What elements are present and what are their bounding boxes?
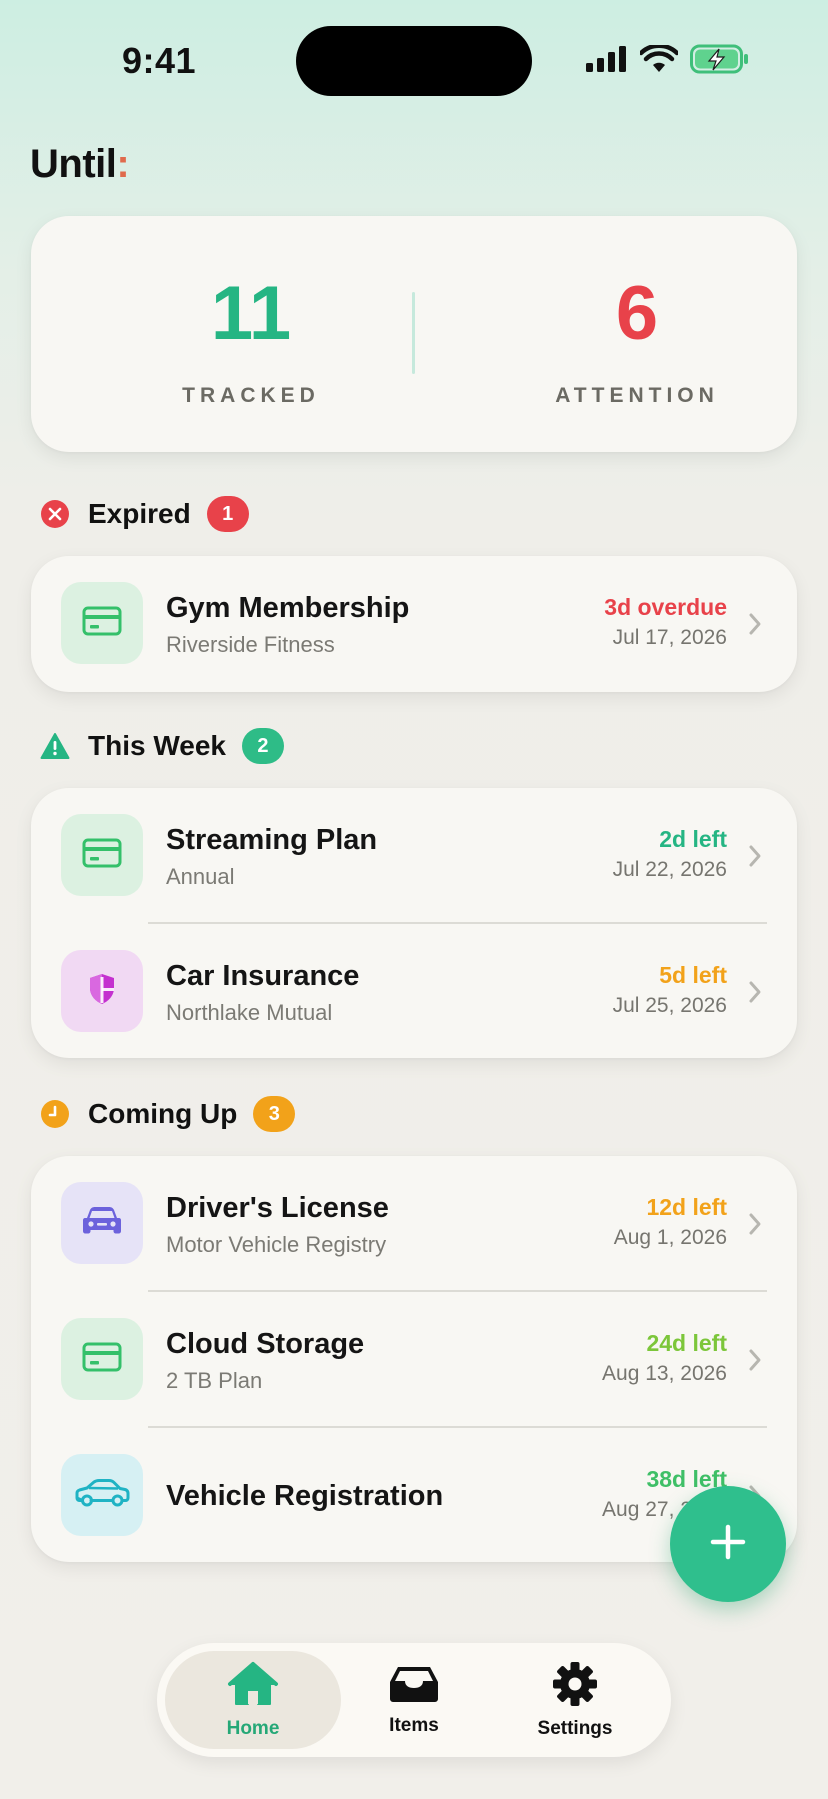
item-date: Jul 17, 2026	[612, 626, 727, 649]
chevron-right-icon	[743, 1346, 767, 1374]
card-icon	[82, 838, 122, 873]
section-title-coming-up: Coming Up	[88, 1098, 238, 1129]
clock-icon	[40, 1099, 70, 1129]
item-icon-tile	[61, 1182, 143, 1264]
item-subtitle: 2 TB Plan	[166, 1368, 263, 1393]
item-title: Cloud Storage	[166, 1328, 365, 1360]
count-badge-coming-up: 3	[253, 1096, 296, 1132]
item-subtitle: Northlake Mutual	[166, 1000, 333, 1025]
item-subtitle: Riverside Fitness	[166, 632, 335, 657]
attention-stat[interactable]: 6 ATTENTION	[487, 276, 787, 408]
attention-label: ATTENTION	[555, 384, 719, 407]
item-title: Car Insurance	[166, 960, 360, 992]
section-title-expired: Expired	[88, 498, 191, 529]
item-due-status: 3d overdue	[604, 594, 727, 620]
item-title: Vehicle Registration	[166, 1480, 444, 1512]
item-icon-tile	[61, 1454, 143, 1536]
count-badge-expired: 1	[206, 496, 249, 532]
attention-count: 6	[615, 271, 659, 356]
list-item[interactable]: Driver's License Motor Vehicle Registry …	[31, 1156, 797, 1292]
tab-items-label: Items	[389, 1714, 439, 1736]
item-due-status: 5d left	[659, 962, 727, 988]
item-icon-tile	[61, 582, 143, 664]
list-item[interactable]: Cloud Storage 2 TB Plan 24d left Aug 13,…	[31, 1292, 797, 1428]
car-front-icon	[82, 1205, 122, 1242]
tab-settings-label: Settings	[537, 1717, 613, 1739]
item-title: Streaming Plan	[166, 824, 378, 856]
tab-bar: Home Items Settings	[157, 1643, 671, 1757]
gear-icon	[552, 1661, 598, 1712]
tab-home[interactable]: Home	[165, 1651, 341, 1749]
item-title: Driver's License	[166, 1192, 389, 1224]
tab-items[interactable]: Items	[326, 1651, 502, 1749]
item-icon-tile	[61, 814, 143, 896]
chevron-right-icon	[743, 610, 767, 638]
section-header-coming-up: Coming Up 3	[40, 1096, 296, 1132]
status-time: 9:41	[122, 40, 197, 81]
item-due-status: 2d left	[659, 826, 727, 852]
add-item-button[interactable]	[670, 1486, 786, 1602]
item-subtitle: Motor Vehicle Registry	[166, 1232, 387, 1257]
shield-icon	[87, 972, 117, 1011]
item-icon-tile	[61, 950, 143, 1032]
wifi-icon	[638, 43, 680, 78]
home-icon	[227, 1661, 279, 1712]
card-icon	[82, 606, 122, 641]
section-header-this-week: This Week 2	[40, 728, 284, 764]
list-item[interactable]: Streaming Plan Annual 2d left Jul 22, 20…	[31, 788, 797, 924]
list-item[interactable]: Car Insurance Northlake Mutual 5d left J…	[31, 924, 797, 1060]
item-title: Gym Membership	[166, 592, 410, 624]
chevron-right-icon	[743, 978, 767, 1006]
item-date: Jul 25, 2026	[612, 994, 727, 1017]
coming-up-card: Driver's License Motor Vehicle Registry …	[31, 1156, 797, 1562]
section-title-this-week: This Week	[88, 730, 226, 761]
section-header-expired: Expired 1	[40, 496, 249, 532]
item-date: Jul 22, 2026	[612, 858, 727, 881]
status-bar: 9:41	[0, 0, 828, 120]
app-title: Until:	[30, 142, 130, 187]
chevron-right-icon	[743, 1210, 767, 1238]
this-week-card: Streaming Plan Annual 2d left Jul 22, 20…	[31, 788, 797, 1058]
tracked-stat[interactable]: 11 TRACKED	[101, 276, 401, 408]
item-subtitle: Annual	[166, 864, 235, 889]
app-title-text: Until	[30, 142, 117, 186]
summary-card: 11 TRACKED 6 ATTENTION	[31, 216, 797, 452]
expired-card: Gym Membership Riverside Fitness 3d over…	[31, 556, 797, 692]
x-circle-icon	[40, 499, 70, 529]
plus-icon	[708, 1522, 748, 1567]
battery-charging-icon	[690, 44, 750, 79]
item-due-status: 24d left	[646, 1330, 727, 1356]
item-icon-tile	[61, 1318, 143, 1400]
tab-settings[interactable]: Settings	[487, 1651, 663, 1749]
dynamic-island	[296, 26, 532, 96]
item-date: Aug 13, 2026	[602, 1362, 727, 1385]
app-title-mark: :	[116, 142, 130, 186]
card-icon	[82, 1342, 122, 1377]
inbox-tray-icon	[388, 1664, 440, 1709]
cellular-signal-icon	[586, 46, 628, 77]
warning-triangle-icon	[40, 731, 70, 761]
summary-divider	[412, 292, 415, 374]
status-icons	[586, 43, 750, 79]
item-due-status: 12d left	[646, 1194, 727, 1220]
tracked-label: TRACKED	[182, 384, 320, 407]
list-item[interactable]: Gym Membership Riverside Fitness 3d over…	[31, 556, 797, 692]
count-badge-this-week: 2	[241, 728, 284, 764]
tracked-count: 11	[210, 271, 292, 356]
car-side-icon	[73, 1478, 131, 1513]
tab-home-label: Home	[226, 1717, 280, 1739]
item-date: Aug 1, 2026	[613, 1226, 727, 1249]
chevron-right-icon	[743, 842, 767, 870]
